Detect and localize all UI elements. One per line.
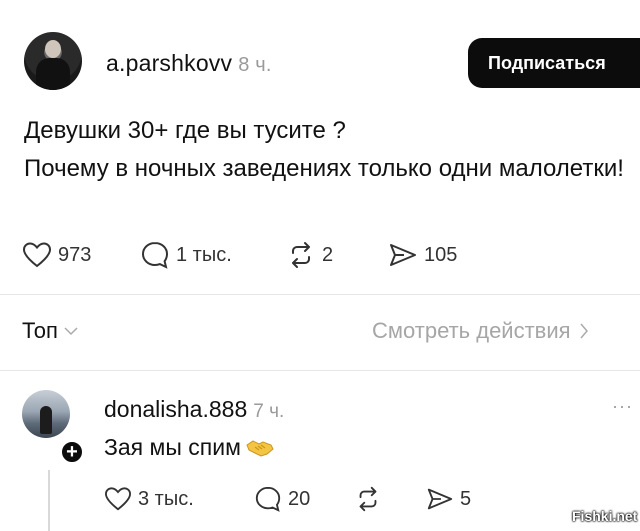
post-text: Девушки 30+ где вы тусите ? Почему в ноч… bbox=[24, 114, 624, 186]
post-text-line-2: Почему в ночных заведениях только одни м… bbox=[24, 155, 624, 182]
comment-reply-button[interactable]: 20 bbox=[254, 485, 310, 513]
post-text-line-1: Девушки 30+ где вы тусите ? bbox=[24, 117, 346, 144]
comment-shares: 5 bbox=[426, 484, 471, 514]
speech-bubble-icon bbox=[141, 241, 169, 269]
post-actions: 973 bbox=[22, 240, 91, 270]
comment-share-count: 5 bbox=[460, 487, 472, 510]
heart-icon bbox=[104, 487, 132, 511]
comment-like-count: 3 тыс. bbox=[138, 487, 194, 510]
post-reposts: 2 bbox=[286, 240, 333, 270]
avatar-body bbox=[36, 58, 70, 90]
watermark: Fishki.net bbox=[572, 508, 638, 524]
send-icon bbox=[390, 244, 416, 266]
thread-line bbox=[48, 470, 50, 531]
follow-button[interactable]: Подписаться bbox=[468, 38, 640, 88]
comment-count: 1 тыс. bbox=[176, 243, 232, 266]
more-options-button[interactable]: ··· bbox=[612, 396, 633, 417]
repost-icon bbox=[359, 486, 377, 512]
follow-plus-button[interactable]: + bbox=[60, 440, 84, 464]
repost-icon bbox=[292, 242, 310, 268]
comment-time: 7 ч. bbox=[253, 401, 285, 422]
heart-icon bbox=[22, 242, 52, 268]
author-username-row: a.parshkovv 8 ч. bbox=[106, 50, 272, 77]
divider bbox=[0, 370, 640, 371]
comment-actions: 3 тыс. bbox=[104, 484, 194, 514]
post-time: 8 ч. bbox=[238, 54, 272, 76]
comment-repost bbox=[354, 484, 382, 514]
chevron-right-icon bbox=[579, 323, 588, 339]
commenter-username-row: donalisha.888 7 ч. bbox=[104, 396, 284, 423]
comment-replies: 20 bbox=[254, 484, 310, 514]
avatar-head bbox=[45, 40, 61, 58]
like-button[interactable]: 973 bbox=[22, 241, 91, 269]
share-count: 105 bbox=[424, 243, 458, 266]
comment-like-button[interactable]: 3 тыс. bbox=[104, 486, 194, 512]
comment-reply-count: 20 bbox=[288, 487, 311, 510]
share-button[interactable]: 105 bbox=[388, 240, 457, 270]
post-header: a.parshkovv 8 ч. Подписаться bbox=[24, 32, 640, 92]
comment-text: Зая мы спим bbox=[104, 434, 241, 460]
speech-bubble-icon bbox=[255, 486, 281, 512]
chevron-down-icon bbox=[64, 327, 78, 336]
see-actions-link[interactable]: Смотреть действия bbox=[372, 318, 589, 344]
author-avatar[interactable] bbox=[24, 32, 82, 90]
repost-count: 2 bbox=[322, 243, 334, 266]
post-shares: 105 bbox=[388, 240, 457, 270]
divider bbox=[0, 294, 640, 295]
like-count: 973 bbox=[58, 243, 92, 266]
comment-button[interactable]: 1 тыс. bbox=[140, 240, 232, 270]
see-actions-label: Смотреть действия bbox=[372, 318, 571, 343]
sort-dropdown[interactable]: Топ bbox=[22, 318, 78, 344]
commenter-username[interactable]: donalisha.888 bbox=[104, 396, 247, 422]
handshake-emoji-icon bbox=[246, 439, 274, 457]
author-username[interactable]: a.parshkovv bbox=[106, 50, 232, 76]
comment-share-button[interactable]: 5 bbox=[426, 485, 471, 513]
send-icon bbox=[427, 488, 453, 510]
repost-button[interactable]: 2 bbox=[286, 240, 333, 270]
comment-repost-button[interactable] bbox=[354, 485, 382, 513]
sort-label: Топ bbox=[22, 318, 58, 343]
post-comments: 1 тыс. bbox=[140, 240, 232, 270]
comment-text-row: Зая мы спим bbox=[104, 434, 275, 461]
commenter-avatar[interactable] bbox=[22, 390, 70, 438]
avatar-figure bbox=[40, 406, 52, 434]
